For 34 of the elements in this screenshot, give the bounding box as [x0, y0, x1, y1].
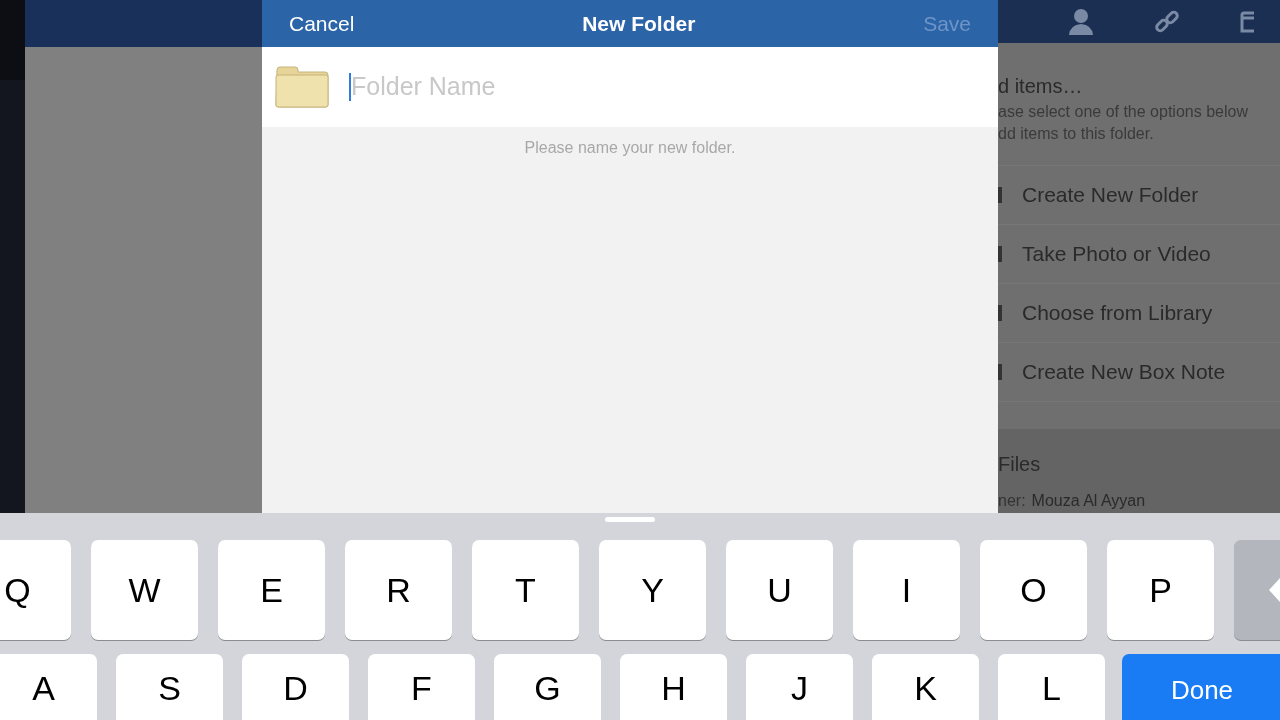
link-icon[interactable]	[1154, 8, 1180, 35]
option-icon	[998, 246, 1002, 262]
key[interactable]: A	[0, 654, 97, 720]
key[interactable]: U	[726, 540, 833, 640]
done-key[interactable]: Done	[1122, 654, 1280, 720]
panel-heading: d items…	[998, 74, 1084, 99]
key[interactable]: W	[91, 540, 198, 640]
key[interactable]: K	[872, 654, 979, 720]
option-icon	[998, 187, 1002, 203]
key[interactable]: I	[853, 540, 960, 640]
key[interactable]: R	[345, 540, 452, 640]
hint-text: Please name your new folder.	[524, 138, 736, 158]
key[interactable]: L	[998, 654, 1105, 720]
key[interactable]: D	[242, 654, 349, 720]
dialog-title: New Folder	[582, 10, 696, 37]
person-icon[interactable]	[1068, 7, 1094, 36]
key[interactable]: Q	[0, 540, 71, 640]
key[interactable]: P	[1107, 540, 1214, 640]
option-icon	[998, 364, 1002, 380]
option-icon	[998, 305, 1002, 321]
key[interactable]: E	[218, 540, 325, 640]
folder-icon	[275, 66, 329, 108]
owner-name: Mouza Al Ayyan	[1031, 491, 1146, 511]
key[interactable]: O	[980, 540, 1087, 640]
grabber-handle[interactable]	[605, 517, 655, 522]
key[interactable]: G	[494, 654, 601, 720]
key[interactable]: Y	[599, 540, 706, 640]
key[interactable]: J	[746, 654, 853, 720]
cancel-button[interactable]: Cancel	[289, 7, 355, 40]
key[interactable]: F	[368, 654, 475, 720]
section-title: Files	[998, 452, 1042, 477]
key[interactable]: T	[472, 540, 579, 640]
key[interactable]: S	[116, 654, 223, 720]
key[interactable]: H	[620, 654, 727, 720]
